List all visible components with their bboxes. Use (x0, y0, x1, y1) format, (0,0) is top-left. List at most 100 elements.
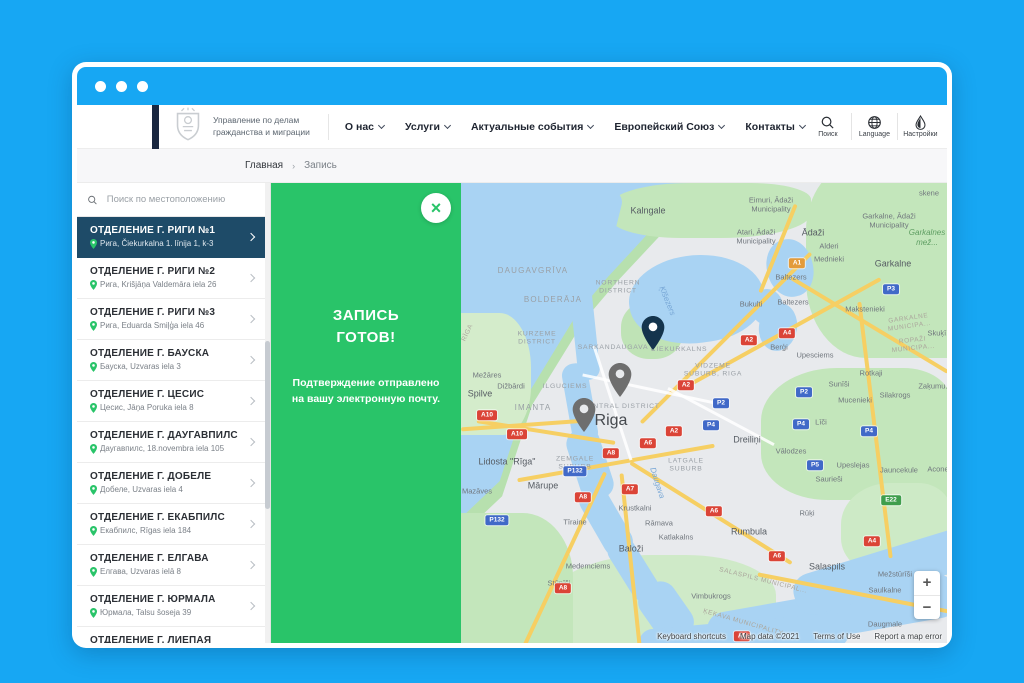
route-badge: P4 (703, 420, 719, 430)
breadcrumb: Главная › Запись (77, 149, 947, 183)
office-list-item[interactable]: ОТДЕЛЕНИЕ Г. ЕЛГАВА Елгава, Uzvaras ielā… (77, 545, 270, 586)
confirmation-message: Подтверждение отправлено на вашу электро… (271, 375, 461, 409)
brand-accent-bar (152, 105, 159, 149)
settings-button[interactable]: Настройки (897, 113, 943, 140)
office-address: Юрмала, Talsu šoseja 39 (90, 608, 248, 618)
chevron-right-icon (247, 315, 255, 323)
nav-menu-item[interactable]: Услуги (405, 121, 450, 133)
map-attribution-link[interactable]: Terms of Use (813, 632, 860, 641)
nav-menu-item[interactable]: О нас (345, 121, 384, 133)
language-label: Language (859, 131, 890, 138)
breadcrumb-home[interactable]: Главная (245, 160, 283, 171)
confirmation-panel: × ЗАПИСЬ ГОТОВ! Подтверждение отправлено… (271, 183, 461, 643)
breadcrumb-current: Запись (304, 160, 337, 171)
close-button[interactable]: × (421, 193, 451, 223)
chevron-right-icon (247, 233, 255, 241)
chevron-down-icon (718, 121, 725, 128)
org-name-line1: Управление по делам (213, 115, 310, 126)
office-address: Рига, Krišjāņa Valdemāra iela 26 (90, 280, 248, 290)
location-search-input[interactable] (105, 193, 260, 206)
coat-of-arms-logo[interactable] (172, 107, 204, 146)
office-map-pin[interactable] (573, 398, 596, 437)
office-title: ОТДЕЛЕНИЕ Г. БАУСКА (90, 348, 248, 359)
map-place-label: Saurieši (815, 474, 842, 483)
zoom-out-button[interactable]: − (914, 596, 940, 620)
route-badge: A1 (789, 258, 805, 268)
google-map[interactable]: KalngaleEimuri, Ādaži MunicipalityAtari,… (461, 183, 947, 643)
map-place-label: Garkalnes mež... (909, 228, 945, 248)
map-place-label: Krustkalni (619, 503, 652, 512)
window-dot[interactable] (137, 81, 148, 92)
scrollbar-thumb[interactable] (265, 341, 270, 509)
route-badge: A6 (706, 506, 722, 516)
org-name: Управление по делам гражданства и миграц… (213, 115, 310, 137)
route-badge: A6 (640, 438, 656, 448)
office-address: Добеле, Uzvaras iela 4 (90, 485, 248, 495)
map-place-label: NORTHERN DISTRICT (596, 280, 641, 297)
header-tools: Поиск Language (805, 113, 943, 140)
nav-menu-item[interactable]: Европейский Союз (614, 121, 724, 133)
route-badge: P4 (861, 426, 877, 436)
map-place-label: SARKANDAUGAVA (578, 344, 649, 352)
route-badge: A4 (864, 536, 880, 546)
map-place-label: LATGALE SUBURB (668, 458, 704, 475)
map-attribution-link[interactable]: Report a map error (874, 632, 942, 641)
office-map-pin[interactable] (642, 316, 665, 355)
office-list-item[interactable]: ОТДЕЛЕНИЕ Г. ДАУГАВПИЛС Даугавпилс, 18.n… (77, 422, 270, 463)
language-button[interactable]: Language (851, 113, 897, 140)
chevron-down-icon (444, 121, 451, 128)
map-pin-icon (90, 280, 97, 290)
route-badge: E22 (881, 495, 901, 505)
map-zoom-control: + − (914, 571, 940, 619)
office-title: ОТДЕЛЕНИЕ Г. ЮРМАЛА (90, 594, 248, 605)
chevron-right-icon (247, 602, 255, 610)
office-list-item[interactable]: ОТДЕЛЕНИЕ Г. ЕКАБПИЛС Екабпилс, Rīgas ie… (77, 504, 270, 545)
office-address: Екабпилс, Rīgas iela 184 (90, 526, 248, 536)
map-place-label: Eimuri, Ādaži Municipality (749, 196, 793, 215)
office-address: Даугавпилс, 18.novembra iela 105 (90, 444, 248, 454)
map-pin-icon (90, 239, 97, 249)
map-place-label: Dižbārdi (497, 381, 525, 390)
office-list-item[interactable]: ОТДЕЛЕНИЕ Г. ЛИЕПАЯ (77, 627, 270, 643)
office-list-item[interactable]: ОТДЕЛЕНИЕ Г. ДОБЕЛЕ Добеле, Uzvaras iela… (77, 463, 270, 504)
chevron-right-icon (247, 561, 255, 569)
office-list-item[interactable]: ОТДЕЛЕНИЕ Г. РИГИ №1 Рига, Čiekurkalna 1… (77, 217, 270, 258)
map-pin-icon (90, 608, 97, 618)
route-badge: A2 (666, 426, 682, 436)
search-button[interactable]: Поиск (805, 113, 851, 140)
office-title: ОТДЕЛЕНИЕ Г. ДОБЕЛЕ (90, 471, 248, 482)
nav-menu-item[interactable]: Контакты (745, 121, 805, 133)
map-place-label: Mārupe (528, 480, 559, 491)
office-address: Рига, Čiekurkalna 1. līnija 1, k-3 (90, 239, 248, 249)
map-attribution-link[interactable]: Map data ©2021 (740, 632, 799, 641)
office-list-item[interactable]: ОТДЕЛЕНИЕ Г. РИГИ №2 Рига, Krišjāņa Vald… (77, 258, 270, 299)
office-list-item[interactable]: ОТДЕЛЕНИЕ Г. ЦЕСИС Цесис, Jāņa Poruka ie… (77, 381, 270, 422)
sidebar-scrollbar[interactable] (265, 183, 270, 643)
route-badge: A2 (741, 335, 757, 345)
map-place-label: DAUGAVGRĪVA (498, 266, 569, 276)
zoom-in-button[interactable]: + (914, 571, 940, 596)
map-place-label: Silakrogs (880, 390, 911, 399)
chevron-right-icon (247, 520, 255, 528)
map-pin-icon (90, 567, 97, 577)
route-badge: A8 (603, 448, 619, 458)
office-list-item[interactable]: ОТДЕЛЕНИЕ Г. ЮРМАЛА Юрмала, Talsu šoseja… (77, 586, 270, 627)
office-title: ОТДЕЛЕНИЕ Г. РИГИ №3 (90, 307, 248, 318)
office-list-item[interactable]: ОТДЕЛЕНИЕ Г. БАУСКА Бауска, Uzvaras iela… (77, 340, 270, 381)
office-title: ОТДЕЛЕНИЕ Г. ДАУГАВПИЛС (90, 430, 248, 441)
office-list-item[interactable]: ОТДЕЛЕНИЕ Г. РИГИ №3 Рига, Eduarda Smiļģ… (77, 299, 270, 340)
chevron-right-icon (247, 479, 255, 487)
route-badge: P132 (563, 466, 586, 476)
map-attribution-link[interactable]: Keyboard shortcuts (657, 632, 726, 641)
map-place-label: Rumbula (731, 526, 767, 537)
map-place-label: Garkalne (875, 258, 912, 269)
chevron-right-icon (247, 274, 255, 282)
confirmation-title: ЗАПИСЬ ГОТОВ! (271, 305, 461, 349)
map-pin-icon (90, 403, 97, 413)
map-pin-icon (90, 321, 97, 331)
window-dot[interactable] (95, 81, 106, 92)
office-map-pin[interactable] (609, 363, 632, 402)
chevron-right-icon (247, 397, 255, 405)
window-dot[interactable] (116, 81, 127, 92)
nav-menu-item[interactable]: Актуальные события (471, 121, 593, 133)
